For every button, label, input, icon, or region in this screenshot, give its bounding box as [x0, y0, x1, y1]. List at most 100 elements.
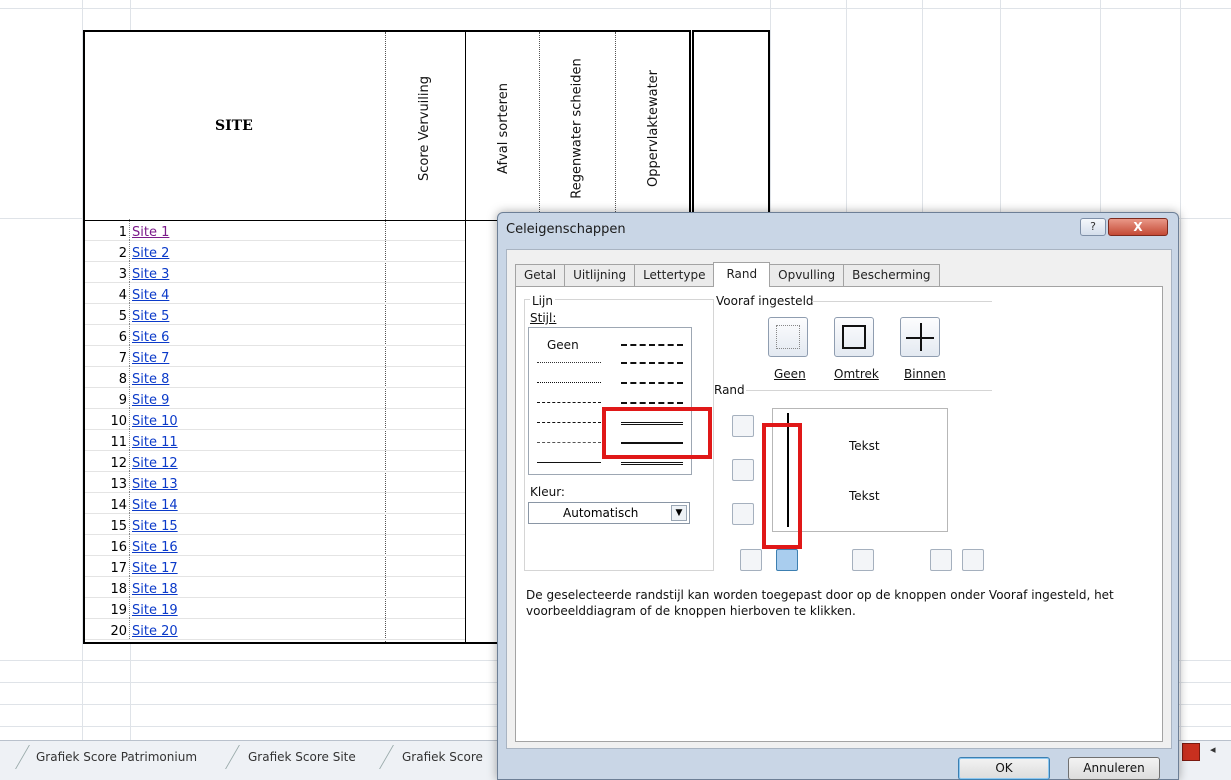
- grid-line: [1180, 0, 1181, 740]
- site-link[interactable]: Site 15: [129, 513, 178, 534]
- row-number: 6: [118, 330, 127, 345]
- preset-outline-label: Omtrek: [834, 367, 879, 381]
- site-link[interactable]: Site 18: [129, 576, 178, 597]
- sheet-tab-grafiek-score-patrimonium[interactable]: Grafiek Score Patrimonium: [26, 747, 207, 769]
- chevron-down-icon[interactable]: ▼: [671, 505, 687, 521]
- border-middle-vertical-button[interactable]: [852, 549, 874, 571]
- site-link[interactable]: Site 1: [129, 219, 169, 240]
- table-row: 7 Site 7: [85, 345, 465, 367]
- site-link[interactable]: Site 4: [129, 282, 169, 303]
- preset-outline-icon: [842, 325, 866, 349]
- help-button[interactable]: ?: [1080, 218, 1106, 236]
- scroll-left-icon[interactable]: ◂: [1210, 743, 1216, 756]
- sheet-tab-grafiek-score-site[interactable]: Grafiek Score Site: [238, 747, 366, 769]
- table-row: 18 Site 18: [85, 576, 465, 598]
- site-link[interactable]: Site 11: [129, 429, 178, 450]
- site-link[interactable]: Site 2: [129, 240, 169, 261]
- site-link[interactable]: Site 14: [129, 492, 178, 513]
- site-link[interactable]: Site 8: [129, 366, 169, 387]
- row-number: 10: [110, 414, 127, 429]
- line-style-dotted[interactable]: [537, 382, 601, 383]
- preset-none-button[interactable]: [768, 317, 808, 357]
- ok-button[interactable]: OK: [958, 757, 1050, 780]
- close-button[interactable]: X: [1108, 218, 1168, 236]
- preview-text-bottom: Tekst: [849, 489, 880, 503]
- line-style-none[interactable]: Geen: [547, 338, 579, 352]
- preset-outline-button[interactable]: [834, 317, 874, 357]
- sheet-tab-grafiek-score[interactable]: Grafiek Score: [392, 747, 493, 769]
- row-number: 13: [110, 477, 127, 492]
- site-link[interactable]: Site 10: [129, 408, 178, 429]
- tab-uitlijning[interactable]: Uitlijning: [564, 264, 636, 286]
- row-number: 17: [110, 561, 127, 576]
- site-rows: 1 Site 1 2 Site 2 3 Site 3 4 Site 4 5 Site 5 …: [85, 219, 465, 640]
- row-number: 19: [110, 603, 127, 618]
- border-group-label: Rand: [714, 383, 745, 397]
- row-number: 18: [110, 582, 127, 597]
- tab-opvulling[interactable]: Opvulling: [769, 264, 845, 286]
- highlight-line-style: [602, 407, 712, 459]
- site-link[interactable]: Site 6: [129, 324, 169, 345]
- table-row: 16 Site 16: [85, 534, 465, 556]
- line-style-slant-dash-dot[interactable]: [621, 362, 683, 364]
- site-link[interactable]: Site 12: [129, 450, 178, 471]
- line-style-dash-dot[interactable]: [537, 422, 601, 423]
- color-select-value: Automatisch: [563, 506, 639, 520]
- border-description: De geselecteerde randstijl kan worden to…: [526, 588, 1114, 618]
- site-link[interactable]: Site 16: [129, 534, 178, 555]
- border-divider: [746, 390, 992, 391]
- row-number: 7: [118, 351, 127, 366]
- line-style-medium-dashed[interactable]: [621, 402, 683, 404]
- site-link[interactable]: Site 3: [129, 261, 169, 282]
- site-link[interactable]: Site 13: [129, 471, 178, 492]
- table-row: 10 Site 10: [85, 408, 465, 430]
- site-link[interactable]: Site 7: [129, 345, 169, 366]
- line-style-dash-dot-dot[interactable]: [537, 402, 601, 403]
- header-afval-sorteren[interactable]: Afval sorteren: [467, 38, 539, 218]
- border-diagonal-up-button[interactable]: [740, 549, 762, 571]
- line-style-medium-dash-dot-dot[interactable]: [621, 344, 683, 346]
- site-link[interactable]: Site 5: [129, 303, 169, 324]
- tab-getal[interactable]: Getal: [515, 264, 566, 286]
- tab-rand[interactable]: Rand: [713, 262, 771, 287]
- row-number: 16: [110, 540, 127, 555]
- tab-bescherming[interactable]: Bescherming: [843, 264, 940, 286]
- row-number: 3: [118, 267, 127, 282]
- table-row: 4 Site 4: [85, 282, 465, 304]
- line-style-hair[interactable]: [537, 362, 601, 363]
- site-link[interactable]: Site 20: [129, 618, 178, 639]
- border-middle-horizontal-button[interactable]: [732, 459, 754, 481]
- header-oppervlaktewater[interactable]: Oppervlaktewater: [617, 38, 689, 218]
- header-label: Regenwater scheiden: [569, 57, 585, 199]
- border-left-button[interactable]: [776, 549, 798, 571]
- line-style-medium-dash-dot[interactable]: [621, 382, 683, 384]
- dialog-title: Celeigenschappen: [506, 222, 626, 237]
- site-link[interactable]: Site 9: [129, 387, 169, 408]
- header-score-vervuiling[interactable]: Score Vervuiling: [389, 38, 461, 218]
- preset-none-icon: [776, 325, 800, 349]
- header-regenwater-scheiden[interactable]: Regenwater scheiden: [541, 38, 613, 218]
- border-right-button[interactable]: [930, 549, 952, 571]
- border-bottom-button[interactable]: [732, 503, 754, 525]
- preset-none-label: Geen: [774, 367, 806, 381]
- border-diagonal-down-button[interactable]: [962, 549, 984, 571]
- preset-inside-button[interactable]: [900, 317, 940, 357]
- row-number: 12: [110, 456, 127, 471]
- header-label: Score Vervuiling: [417, 75, 433, 181]
- tab-lettertype[interactable]: Lettertype: [634, 264, 715, 286]
- preset-inside-label: Binnen: [904, 367, 946, 381]
- line-style-double[interactable]: [621, 462, 683, 465]
- site-link[interactable]: Site 17: [129, 555, 178, 576]
- table-row: 14 Site 14: [85, 492, 465, 514]
- row-number: 15: [110, 519, 127, 534]
- line-style-dashed[interactable]: [537, 442, 601, 443]
- color-select[interactable]: Automatisch ▼: [528, 502, 690, 524]
- row-number: 5: [118, 309, 127, 324]
- line-style-thin[interactable]: [537, 462, 601, 463]
- border-top-button[interactable]: [732, 415, 754, 437]
- row-number: 8: [118, 372, 127, 387]
- sheet-corner-icon[interactable]: [1182, 743, 1200, 761]
- table-row: 9 Site 9: [85, 387, 465, 409]
- cancel-button[interactable]: Annuleren: [1068, 757, 1160, 780]
- site-link[interactable]: Site 19: [129, 597, 178, 618]
